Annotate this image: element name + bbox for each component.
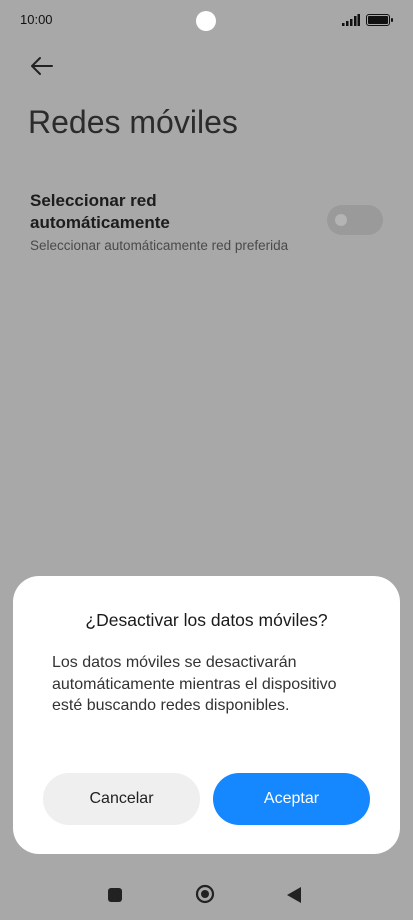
dialog-title: ¿Desactivar los datos móviles? <box>85 610 328 630</box>
dialog-message: Los datos móviles se desactivarán automá… <box>52 654 337 714</box>
battery-icon <box>366 14 393 26</box>
nav-home-icon[interactable] <box>195 884 215 904</box>
toggle-knob <box>335 214 347 226</box>
accept-button[interactable]: Aceptar <box>213 773 370 825</box>
nav-back-icon[interactable] <box>286 886 302 904</box>
page-title: Redes móviles <box>28 104 238 140</box>
nav-recents-icon[interactable] <box>108 888 122 902</box>
signal-icon <box>342 14 360 26</box>
disable-data-dialog: ¿Desactivar los datos móviles? Los datos… <box>13 576 400 854</box>
setting-subtitle: Seleccionar automáticamente red preferid… <box>30 238 289 253</box>
camera-icon <box>196 11 216 31</box>
status-time: 10:00 <box>20 12 53 27</box>
setting-title[interactable]: Seleccionar red automáticamente <box>30 190 300 234</box>
back-arrow-icon[interactable] <box>28 52 56 80</box>
auto-network-toggle[interactable] <box>327 205 383 235</box>
cancel-button[interactable]: Cancelar <box>43 773 200 825</box>
screen: 10:00 Redes móviles Seleccionar red auto… <box>0 0 413 920</box>
